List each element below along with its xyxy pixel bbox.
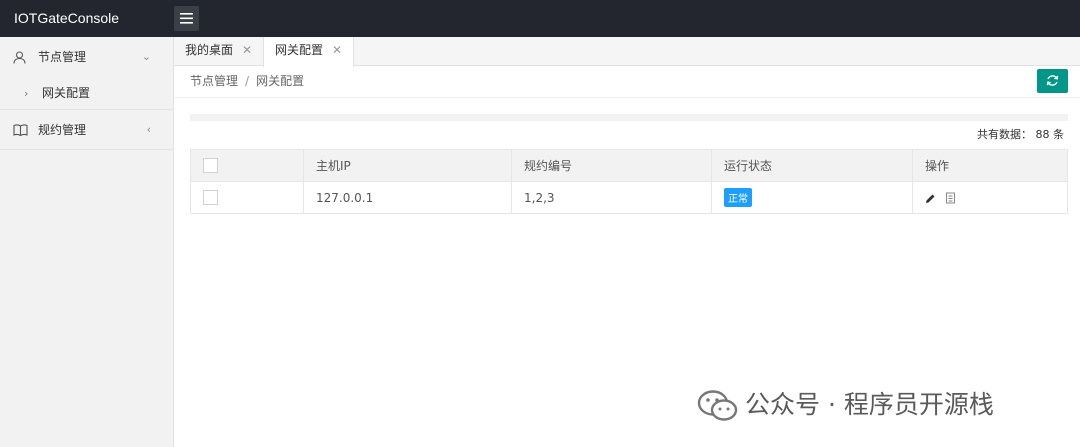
total-number: 88 xyxy=(1035,128,1050,141)
tab-my-desktop[interactable]: 我的桌面 ✕ xyxy=(174,37,263,66)
breadcrumb-separator: / xyxy=(245,74,250,88)
gateway-table: 主机IP 规约编号 运行状态 操作 127.0.0.1 1,2,3 正常 xyxy=(190,149,1068,214)
total-label: 共有数据： xyxy=(977,128,1032,141)
edit-icon[interactable] xyxy=(925,193,936,204)
cell-host-ip: 127.0.0.1 xyxy=(303,181,512,214)
chevron-left-icon: ‹ xyxy=(146,123,151,136)
breadcrumb-parent[interactable]: 节点管理 xyxy=(190,74,238,88)
menu-toggle-button[interactable] xyxy=(174,6,199,31)
top-bar: IOTGateConsole xyxy=(0,0,1080,37)
cell-actions xyxy=(912,181,1068,214)
total-count: 共有数据： 88 条 xyxy=(977,126,1064,142)
chevron-right-icon: › xyxy=(24,87,29,100)
delete-icon[interactable] xyxy=(945,192,956,204)
sidebar-subitem-label: 网关配置 xyxy=(42,86,91,100)
status-badge: 正常 xyxy=(724,188,752,207)
toolbar-strip xyxy=(190,114,1068,121)
header-run-status: 运行状态 xyxy=(711,149,913,182)
tab-label: 网关配置 xyxy=(275,43,324,57)
app-title: IOTGateConsole xyxy=(14,10,120,26)
close-icon[interactable]: ✕ xyxy=(242,43,252,57)
wechat-icon xyxy=(697,390,738,421)
row-select-cell[interactable] xyxy=(190,181,304,214)
refresh-button[interactable] xyxy=(1037,69,1068,93)
tab-label: 我的桌面 xyxy=(185,43,234,57)
breadcrumb-current: 网关配置 xyxy=(256,74,305,88)
row-checkbox[interactable] xyxy=(203,190,218,205)
cell-protocol-no: 1,2,3 xyxy=(511,181,712,214)
cell-run-status: 正常 xyxy=(711,181,913,214)
header-actions: 操作 xyxy=(912,149,1068,182)
sidebar-item-label: 节点管理 xyxy=(38,50,87,64)
total-unit: 条 xyxy=(1053,128,1064,141)
tab-gateway-config[interactable]: 网关配置 ✕ xyxy=(263,37,355,67)
book-icon xyxy=(13,124,28,136)
breadcrumb-bar: 节点管理 / 网关配置 xyxy=(174,66,1080,98)
sidebar-item-label: 规约管理 xyxy=(38,123,87,137)
chevron-down-icon: ⌄ xyxy=(141,50,151,63)
table-row: 127.0.0.1 1,2,3 正常 xyxy=(190,181,1068,214)
refresh-icon xyxy=(1046,75,1059,86)
tab-bar: 我的桌面 ✕ 网关配置 ✕ xyxy=(174,37,1080,67)
watermark-text: 公众号 · 程序员开源栈 xyxy=(745,390,994,419)
sidebar-subitem-gateway-config[interactable]: › 网关配置 xyxy=(0,77,173,110)
user-icon xyxy=(13,51,26,64)
sidebar: 节点管理 ⌄ › 网关配置 规约管理 ‹ xyxy=(0,37,174,447)
close-icon[interactable]: ✕ xyxy=(332,43,342,57)
breadcrumb: 节点管理 / 网关配置 xyxy=(190,66,304,96)
header-protocol-no: 规约编号 xyxy=(511,149,712,182)
watermark: 公众号 · 程序员开源栈 xyxy=(697,385,994,425)
header-host-ip: 主机IP xyxy=(303,149,512,182)
hamburger-icon xyxy=(180,13,193,24)
select-all-checkbox[interactable] xyxy=(203,158,218,173)
table-header-row: 主机IP 规约编号 运行状态 操作 xyxy=(190,149,1068,182)
sidebar-item-node-management[interactable]: 节点管理 ⌄ xyxy=(0,37,173,77)
header-select-all[interactable] xyxy=(190,149,304,182)
sidebar-item-protocol-management[interactable]: 规约管理 ‹ xyxy=(0,110,173,150)
